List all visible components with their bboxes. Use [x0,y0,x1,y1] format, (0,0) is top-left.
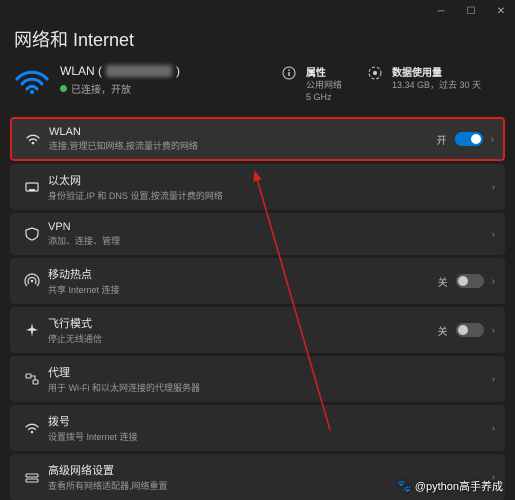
close-button[interactable]: ✕ [493,6,509,17]
minimize-button[interactable]: ─ [433,6,449,17]
settings-list: WLAN 连接,管理已知网络,按流量计费的网络 开 › 以太网 身份验证,IP 和… [0,117,515,500]
advanced-icon [20,469,44,485]
item-subtitle: 用于 Wi-Fi 和以太网连接的代理服务器 [48,381,492,394]
item-title: WLAN [49,126,437,138]
chevron-right-icon: › [492,423,495,434]
ssid-label: WLAN () [60,64,272,78]
wifi-icon-large [14,67,50,95]
paw-icon: 🐾 [397,479,412,493]
toggle-label: 关 [438,323,448,338]
chevron-right-icon: › [492,325,495,336]
item-subtitle: 连接,管理已知网络,按流量计费的网络 [49,139,437,152]
settings-item-vpn[interactable]: VPN 添加、连接、管理 › [10,213,505,255]
titlebar: ─ ☐ ✕ [0,0,515,22]
chevron-right-icon: › [492,374,495,385]
settings-item-wifi[interactable]: WLAN 连接,管理已知网络,按流量计费的网络 开 › [10,117,505,161]
item-subtitle: 添加、连接、管理 [48,234,492,247]
item-subtitle: 停止无线通信 [48,332,438,345]
item-subtitle: 身份验证,IP 和 DNS 设置,按流量计费的网络 [48,189,492,202]
item-title: 拨号 [48,413,492,429]
item-title: 高级网络设置 [48,462,492,478]
chevron-right-icon: › [491,134,494,145]
watermark: 🐾 @python高手养成 [397,478,503,494]
item-title: 代理 [48,364,492,380]
toggle-label: 关 [438,274,448,289]
ethernet-icon [20,179,44,195]
airplane-icon [20,322,44,338]
settings-item-airplane[interactable]: 飞行模式 停止无线通信 关 › [10,307,505,353]
dialup-icon [20,420,44,436]
toggle-switch[interactable] [455,132,483,146]
settings-item-proxy[interactable]: 代理 用于 Wi-Fi 和以太网连接的代理服务器 › [10,356,505,402]
data-usage-icon [368,66,384,103]
hotspot-icon [20,273,44,289]
item-title: 以太网 [48,172,492,188]
chevron-right-icon: › [492,229,495,240]
item-subtitle: 共享 Internet 连接 [48,283,438,296]
page-title: 网络和 Internet [0,22,515,62]
toggle-label: 开 [437,132,447,147]
item-title: 移动热点 [48,266,438,282]
proxy-icon [20,371,44,387]
data-usage-block[interactable]: 数据使用量 13.34 GB，过去 30 天 [368,64,481,103]
settings-item-ethernet[interactable]: 以太网 身份验证,IP 和 DNS 设置,按流量计费的网络 › [10,164,505,210]
chevron-right-icon: › [492,182,495,193]
network-hero: WLAN () 已连接，开放 属性 公用网络 5 GHz 数据使用量 13.34… [0,62,515,117]
ssid-redacted [106,65,172,77]
chevron-right-icon: › [492,276,495,287]
toggle-switch[interactable] [456,274,484,288]
vpn-icon [20,226,44,242]
wifi-icon [21,131,45,147]
properties-block[interactable]: 属性 公用网络 5 GHz [282,64,342,103]
item-subtitle: 设置拨号 Internet 连接 [48,430,492,443]
info-icon [282,66,298,103]
settings-item-dialup[interactable]: 拨号 设置拨号 Internet 连接 › [10,405,505,451]
maximize-button[interactable]: ☐ [463,6,479,17]
toggle-switch[interactable] [456,323,484,337]
settings-item-hotspot[interactable]: 移动热点 共享 Internet 连接 关 › [10,258,505,304]
status-dot-icon [60,85,67,92]
item-title: 飞行模式 [48,315,438,331]
item-title: VPN [48,221,492,233]
connection-status: 已连接，开放 [60,81,272,96]
